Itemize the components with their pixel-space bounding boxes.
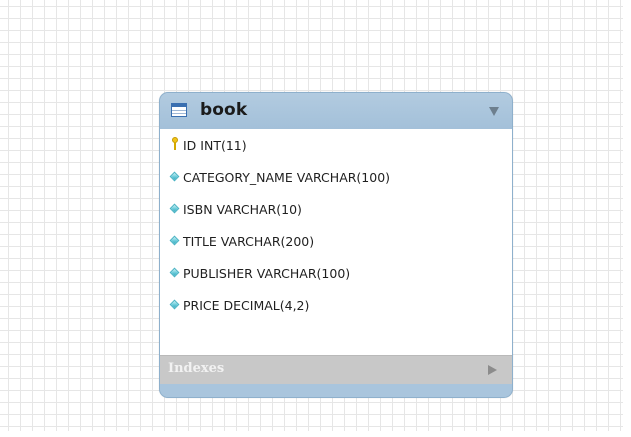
primary-key-icon bbox=[166, 129, 186, 161]
column-label: ID INT(11) bbox=[183, 137, 247, 153]
entity-footer bbox=[160, 384, 512, 397]
column-row-category-name[interactable]: CATEGORY_NAME VARCHAR(100) bbox=[160, 161, 512, 193]
canvas-edge-bottom bbox=[0, 431, 631, 437]
column-diamond-icon bbox=[166, 161, 186, 193]
column-diamond-icon bbox=[166, 193, 186, 225]
column-label: PUBLISHER VARCHAR(100) bbox=[183, 265, 351, 281]
column-diamond-icon bbox=[166, 257, 186, 289]
column-row-title[interactable]: TITLE VARCHAR(200) bbox=[160, 225, 512, 257]
table-icon bbox=[171, 103, 187, 117]
entity-header[interactable]: book bbox=[160, 93, 512, 129]
column-diamond-icon bbox=[166, 225, 186, 257]
collapse-toggle-icon[interactable] bbox=[489, 107, 499, 116]
column-label: ISBN VARCHAR(10) bbox=[183, 201, 302, 217]
column-label: CATEGORY_NAME VARCHAR(100) bbox=[183, 169, 391, 185]
column-row-publisher[interactable]: PUBLISHER VARCHAR(100) bbox=[160, 257, 512, 289]
columns-list: ID INT(11) CATEGORY_NAME VARCHAR(100) IS… bbox=[160, 129, 512, 355]
canvas-edge-right bbox=[623, 0, 631, 437]
indexes-label: Indexes bbox=[168, 361, 225, 376]
expand-indexes-icon[interactable] bbox=[488, 365, 497, 375]
column-row-id[interactable]: ID INT(11) bbox=[160, 129, 512, 161]
entity-title: book bbox=[200, 100, 248, 120]
column-diamond-icon bbox=[166, 289, 186, 321]
column-row-price[interactable]: PRICE DECIMAL(4,2) bbox=[160, 289, 512, 321]
entity-book[interactable]: book ID INT(11) CATEGORY_NAME VARCHAR(10… bbox=[159, 92, 513, 398]
column-label: TITLE VARCHAR(200) bbox=[183, 233, 315, 249]
indexes-section[interactable]: Indexes bbox=[160, 355, 512, 384]
column-row-isbn[interactable]: ISBN VARCHAR(10) bbox=[160, 193, 512, 225]
column-label: PRICE DECIMAL(4,2) bbox=[183, 297, 310, 313]
